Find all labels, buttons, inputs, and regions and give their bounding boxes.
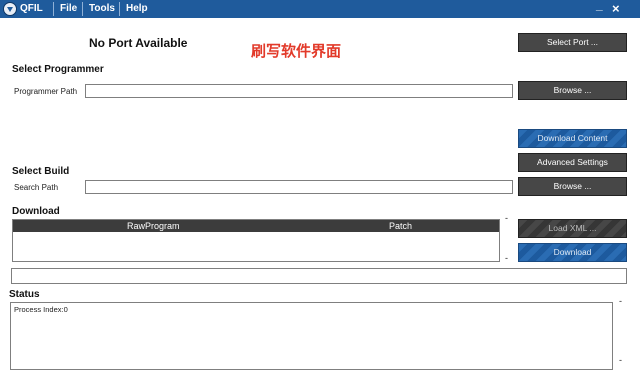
close-button[interactable]: × <box>612 1 620 16</box>
status-heading: Status <box>9 289 40 300</box>
column-rawprogram: RawProgram <box>127 221 180 231</box>
app-title: QFIL <box>20 3 43 14</box>
advanced-settings-button[interactable]: Advanced Settings <box>518 153 627 172</box>
build-browse-button[interactable]: Browse ... <box>518 177 627 196</box>
column-patch: Patch <box>389 221 413 231</box>
status-log[interactable]: Process Index:0 <box>10 302 613 370</box>
download-heading: Download <box>12 206 60 217</box>
menu-help[interactable]: Help <box>126 3 148 14</box>
programmer-path-label: Programmer Path <box>14 87 78 96</box>
title-bar: QFIL File Tools Help _ × <box>0 0 640 18</box>
load-xml-button[interactable]: Load XML ... <box>518 219 627 238</box>
programmer-path-field[interactable] <box>85 84 513 98</box>
select-programmer-heading: Select Programmer <box>12 64 104 75</box>
menu-tools[interactable]: Tools <box>89 3 115 14</box>
menu-divider <box>82 2 83 16</box>
status-dash-top: - <box>619 296 622 306</box>
progress-field <box>11 268 627 284</box>
select-build-heading: Select Build <box>12 166 70 177</box>
qfil-logo-icon <box>3 2 17 16</box>
port-status: No Port Available <box>89 36 188 50</box>
select-port-button[interactable]: Select Port ... <box>518 33 627 52</box>
status-dash-bottom: - <box>619 355 622 365</box>
download-content-button[interactable]: Download Content <box>518 129 627 148</box>
table-dash-bottom: - <box>505 253 508 263</box>
programmer-browse-button[interactable]: Browse ... <box>518 81 627 100</box>
menu-divider <box>119 2 120 16</box>
download-table[interactable]: RawProgram Patch <box>12 219 500 262</box>
table-header: RawProgram Patch <box>13 220 499 232</box>
search-path-field[interactable] <box>85 180 513 194</box>
status-log-text: Process Index:0 <box>14 305 68 314</box>
menu-file[interactable]: File <box>60 3 77 14</box>
annotation-text: 刷写软件界面 <box>251 42 342 60</box>
download-button[interactable]: Download <box>518 243 627 262</box>
minimize-button[interactable]: _ <box>596 0 603 12</box>
search-path-label: Search Path <box>14 183 59 192</box>
menu-divider <box>53 2 54 16</box>
table-dash-top: - <box>505 213 508 223</box>
